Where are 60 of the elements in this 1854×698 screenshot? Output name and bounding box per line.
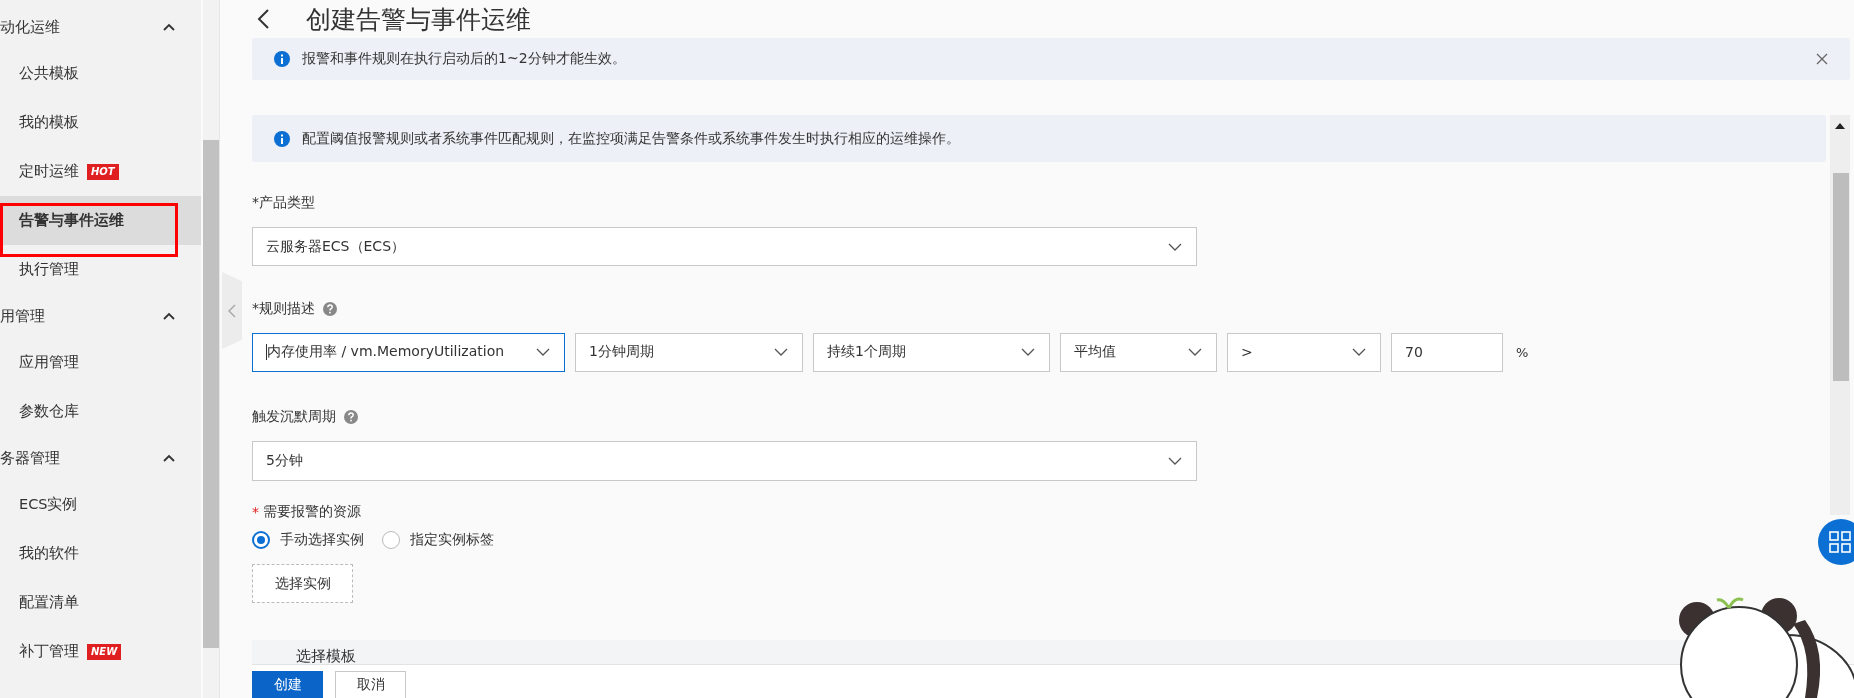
notice-text: 配置阈值报警规则或者系统事件匹配规则，在监控项满足告警条件或系统事件发生时执行相应的运维操作。 xyxy=(302,129,961,148)
caret-icon xyxy=(163,454,175,462)
menu-group-header[interactable]: 动化运维 xyxy=(0,5,201,49)
scrollbar[interactable] xyxy=(203,0,219,698)
chevron-down-icon xyxy=(1021,348,1035,356)
apps-button[interactable] xyxy=(1818,519,1854,565)
caret-icon xyxy=(163,23,175,31)
chevron-down-icon xyxy=(1188,348,1202,356)
dropdown-field[interactable]: 1分钟周期 xyxy=(575,332,803,372)
create-button[interactable]: 创建 xyxy=(252,671,323,698)
field-label: 需要报警的资源 xyxy=(263,503,361,521)
scroll-up-icon[interactable] xyxy=(1835,123,1845,129)
page-title: 创建告警与事件运维 xyxy=(306,3,531,36)
field-label: *产品类型 xyxy=(252,194,315,212)
notice-text: 报警和事件规则在执行启动后的1~2分钟才能生效。 xyxy=(302,50,627,68)
menu-group-header[interactable]: 用管理 xyxy=(0,294,201,338)
menu-group-header[interactable]: 务器管理 xyxy=(0,436,201,480)
dropdown-field[interactable]: 持续1个周期 xyxy=(813,332,1050,372)
info-icon xyxy=(274,130,290,147)
sidebar-item[interactable]: 定时运维 HOT xyxy=(0,147,201,196)
chevron-down-icon xyxy=(1168,242,1182,251)
info-icon xyxy=(274,51,290,67)
sidebar-item[interactable]: 告警与事件运维 xyxy=(0,196,201,245)
cancel-button[interactable]: 取消 xyxy=(335,671,406,698)
input-field[interactable]: 70 xyxy=(1391,332,1503,372)
sidebar-item[interactable]: 公共模板 xyxy=(0,49,201,98)
product-type-select[interactable]: 云服务器ECS（ECS） xyxy=(252,227,1197,266)
radio-option[interactable]: 手动选择实例 xyxy=(252,531,364,549)
help-icon[interactable] xyxy=(344,410,358,424)
sidebar-item[interactable]: 参数仓库 xyxy=(0,387,201,436)
grid-icon xyxy=(1829,531,1851,553)
sidebar-item[interactable]: 执行管理 xyxy=(0,245,201,294)
sidebar-item[interactable]: ECS实例 xyxy=(0,480,201,529)
chevron-down-icon xyxy=(1168,457,1182,465)
back-icon[interactable] xyxy=(256,8,270,30)
field-label: *规则描述 xyxy=(252,300,315,318)
close-icon[interactable] xyxy=(1816,53,1828,65)
field-label: 触发沉默周期 xyxy=(252,408,336,426)
tag-label: NEW xyxy=(87,643,122,660)
caret-icon xyxy=(163,312,175,320)
dropdown-field[interactable]: 内存使用率 / vm.MemoryUtilization xyxy=(252,332,565,372)
scrollbar[interactable] xyxy=(1830,115,1850,515)
sidebar-item[interactable]: 我的软件 xyxy=(0,529,201,578)
unit-label: % xyxy=(1516,344,1529,360)
silence-period-select[interactable]: 5分钟 xyxy=(252,441,1197,481)
section-title: 选择模板 xyxy=(296,647,356,665)
sidebar-item[interactable]: 应用管理 xyxy=(0,338,201,387)
tag-label: HOT xyxy=(87,163,119,180)
help-icon[interactable] xyxy=(323,302,337,316)
chevron-down-icon xyxy=(1352,348,1366,356)
select-instance-button[interactable]: 选择实例 xyxy=(252,564,353,603)
chevron-down-icon xyxy=(774,348,788,356)
required-mark: * xyxy=(252,504,259,520)
chevron-down-icon xyxy=(536,348,550,356)
dropdown-field[interactable]: > xyxy=(1227,332,1381,372)
sidebar-item[interactable]: 补丁管理 NEW xyxy=(0,627,201,676)
radio-option[interactable]: 指定实例标签 xyxy=(382,531,494,549)
sidebar-item[interactable]: 我的模板 xyxy=(0,98,201,147)
sidebar-item[interactable]: 配置清单 xyxy=(0,578,201,627)
dropdown-field[interactable]: 平均值 xyxy=(1060,332,1217,372)
